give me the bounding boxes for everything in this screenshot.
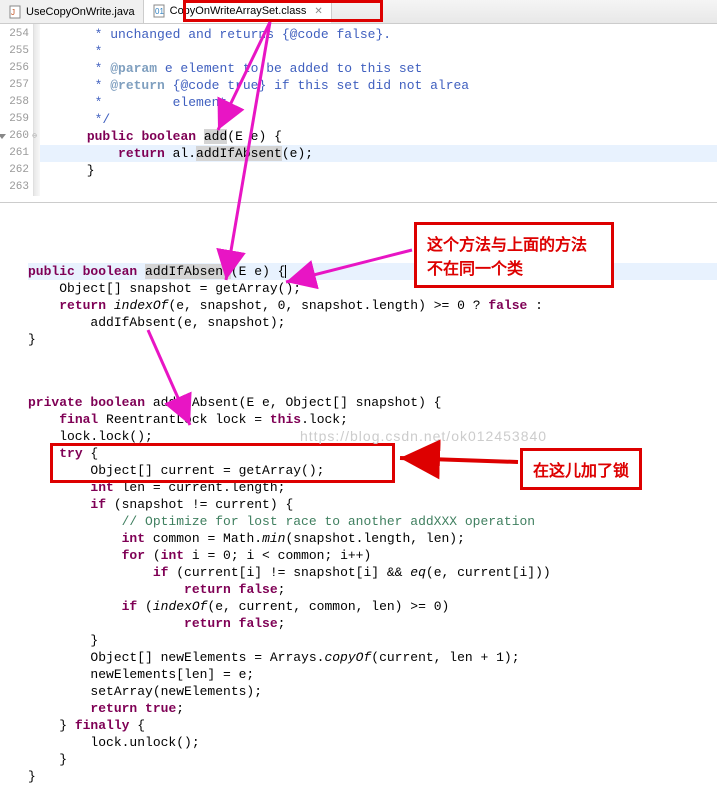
line-num: 262 (0, 162, 33, 179)
code-editor-3[interactable]: private boolean addIfAbsent(E e, Object[… (0, 354, 717, 785)
tab-label: UseCopyOnWrite.java (26, 6, 135, 18)
code-editor-1[interactable]: 254 255 256 257 258 259 260⊖ 261 262 263… (0, 24, 717, 196)
line-num: 261 (0, 145, 33, 162)
line-num: 257 (0, 77, 33, 94)
svg-text:J: J (11, 8, 15, 17)
fold-icon[interactable] (0, 134, 6, 139)
line-num: 258 (0, 94, 33, 111)
annotation-box-lock (50, 443, 395, 483)
line-gutter: 254 255 256 257 258 259 260⊖ 261 262 263 (0, 24, 34, 196)
line-num: 260⊖ (0, 128, 33, 145)
line-num: 255 (0, 43, 33, 60)
callout-different-class: 这个方法与上面的方法 不在同一个类 (414, 222, 614, 288)
line-num: 259 (0, 111, 33, 128)
class-file-icon: 01 (152, 4, 166, 18)
tab-usecopyonwrite[interactable]: J UseCopyOnWrite.java (0, 0, 144, 23)
java-file-icon: J (8, 5, 22, 19)
text-cursor (285, 265, 286, 278)
annotation-box-tab (183, 0, 383, 22)
svg-text:01: 01 (155, 7, 164, 16)
line-num: 263 (0, 179, 33, 196)
callout-lock-added: 在这儿加了锁 (520, 448, 642, 490)
line-num: 254 (0, 26, 33, 43)
line-num: 256 (0, 60, 33, 77)
code-area[interactable]: * unchanged and returns {@code false}. *… (40, 24, 717, 196)
